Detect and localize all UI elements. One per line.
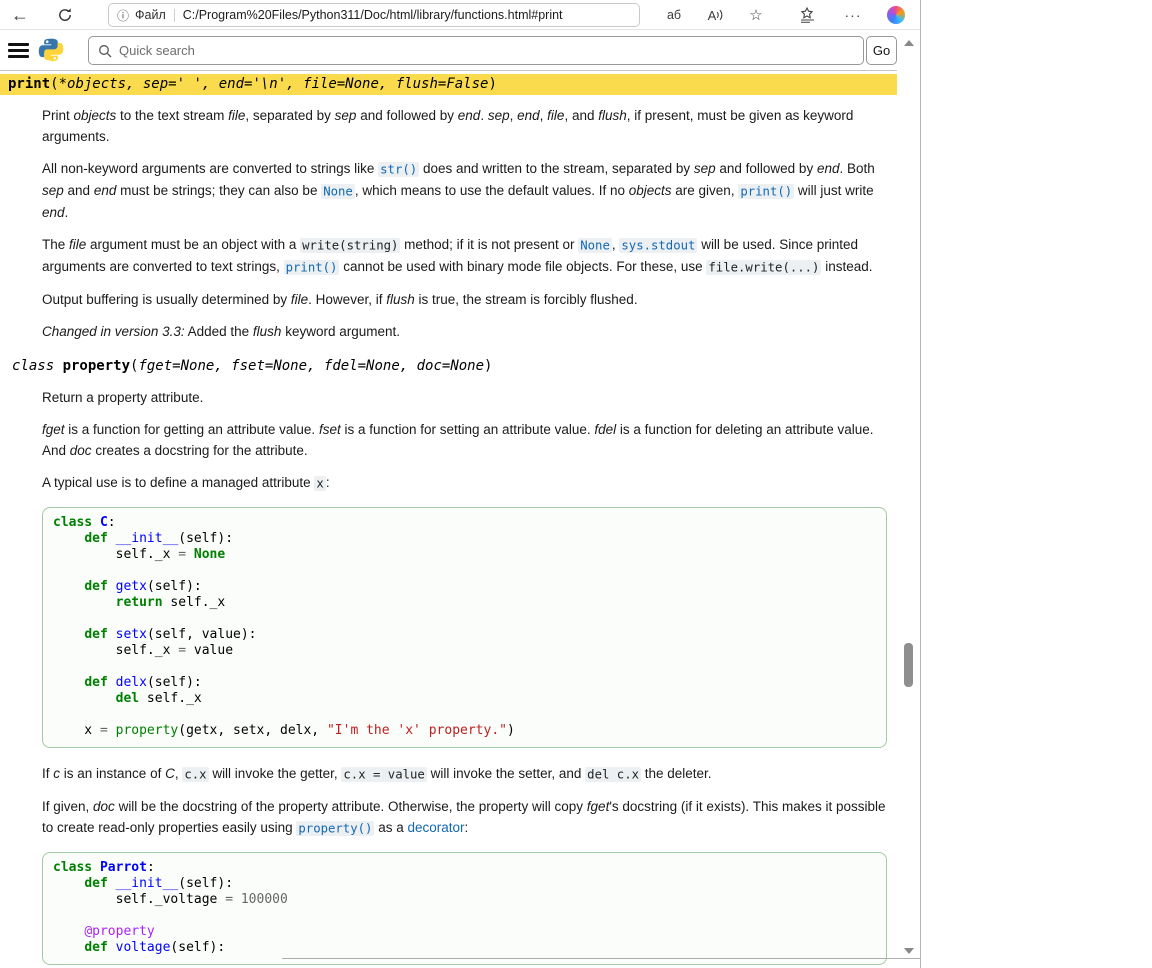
- search-box[interactable]: [88, 36, 864, 65]
- search-input[interactable]: [119, 43, 854, 58]
- file-protocol-label: Файл: [135, 8, 166, 22]
- scrollbar-down-arrow-icon[interactable]: [904, 948, 914, 954]
- translate-icon[interactable]: аб: [660, 0, 688, 30]
- paragraph-property-1: Return a property attribute.: [42, 387, 887, 408]
- address-bar[interactable]: ⓘ Файл C:/Program%20Files/Python311/Doc/…: [108, 3, 640, 27]
- code-link[interactable]: print(): [738, 184, 794, 199]
- print-definition: print(*objects, sep=' ', end='\n', file=…: [0, 74, 897, 342]
- code-link[interactable]: None: [578, 238, 612, 253]
- back-button[interactable]: ←: [11, 2, 29, 28]
- url-text: C:/Program%20Files/Python311/Doc/html/li…: [183, 8, 563, 22]
- scrollbar-up-arrow-icon[interactable]: [904, 40, 914, 46]
- page-info-icon[interactable]: ⓘ: [117, 7, 129, 24]
- sound-waves-icon: [716, 8, 724, 22]
- browser-toolbar: ← ⓘ Файл C:/Program%20Files/Python311/Do…: [0, 0, 920, 30]
- doc-content: print(*objects, sep=' ', end='\n', file=…: [0, 71, 897, 968]
- text-link[interactable]: decorator: [407, 820, 464, 835]
- paragraph-print-2: All non-keyword arguments are converted …: [42, 158, 887, 223]
- code-link[interactable]: print(): [284, 260, 340, 275]
- python-logo[interactable]: [38, 37, 64, 68]
- property-definition: class property(fget=None, fset=None, fde…: [0, 356, 897, 965]
- print-signature: print(*objects, sep=' ', end='\n', file=…: [0, 74, 897, 95]
- bottom-edge-line: [282, 958, 920, 959]
- print-description: Print objects to the text stream file, s…: [42, 105, 887, 342]
- read-aloud-letter: A: [708, 8, 717, 23]
- paragraph-print-3: The file argument must be an object with…: [42, 234, 887, 278]
- property-description: Return a property attribute. fget is a f…: [42, 387, 887, 965]
- paragraph-property-5: If given, doc will be the docstring of t…: [42, 796, 887, 839]
- paragraph-property-4: If c is an instance of C, c.x will invok…: [42, 763, 887, 785]
- read-aloud-icon[interactable]: A: [702, 0, 730, 30]
- more-menu-icon[interactable]: ···: [840, 0, 866, 30]
- favorites-hub-icon[interactable]: [795, 0, 819, 30]
- menu-button[interactable]: [8, 43, 29, 58]
- favorites-hub-glyph: [799, 7, 816, 23]
- vertical-scrollbar[interactable]: [901, 31, 917, 967]
- scrollbar-thumb[interactable]: [904, 643, 913, 687]
- paragraph-property-3: A typical use is to define a managed att…: [42, 472, 887, 494]
- browser-window: ← ⓘ Файл C:/Program%20Files/Python311/Do…: [0, 0, 921, 968]
- address-divider: [174, 9, 175, 22]
- code-block-class-c: class C: def __init__(self): self._x = N…: [42, 507, 887, 748]
- paragraph-print-changed: Changed in version 3.3: Added the flush …: [42, 321, 887, 342]
- paragraph-property-2: fget is a function for getting an attrib…: [42, 419, 887, 461]
- refresh-icon: [57, 7, 73, 23]
- paragraph-print-1: Print objects to the text stream file, s…: [42, 105, 887, 147]
- code-link[interactable]: sys.stdout: [619, 238, 697, 253]
- code-link[interactable]: property(): [296, 821, 374, 836]
- code-link[interactable]: str(): [378, 162, 419, 177]
- docs-header: Go: [0, 30, 897, 71]
- property-signature: class property(fget=None, fset=None, fde…: [0, 356, 897, 377]
- refresh-button[interactable]: [57, 7, 73, 23]
- code-link[interactable]: None: [321, 184, 355, 199]
- python-logo-glyph: [38, 37, 64, 63]
- search-icon: [98, 44, 112, 58]
- favorite-star-icon[interactable]: ☆: [745, 0, 767, 30]
- copilot-logo: [887, 6, 905, 24]
- copilot-icon[interactable]: [884, 0, 908, 30]
- paragraph-print-4: Output buffering is usually determined b…: [42, 289, 887, 310]
- search-go-button[interactable]: Go: [866, 36, 897, 65]
- code-block-parrot: class Parrot: def __init__(self): self._…: [42, 852, 887, 965]
